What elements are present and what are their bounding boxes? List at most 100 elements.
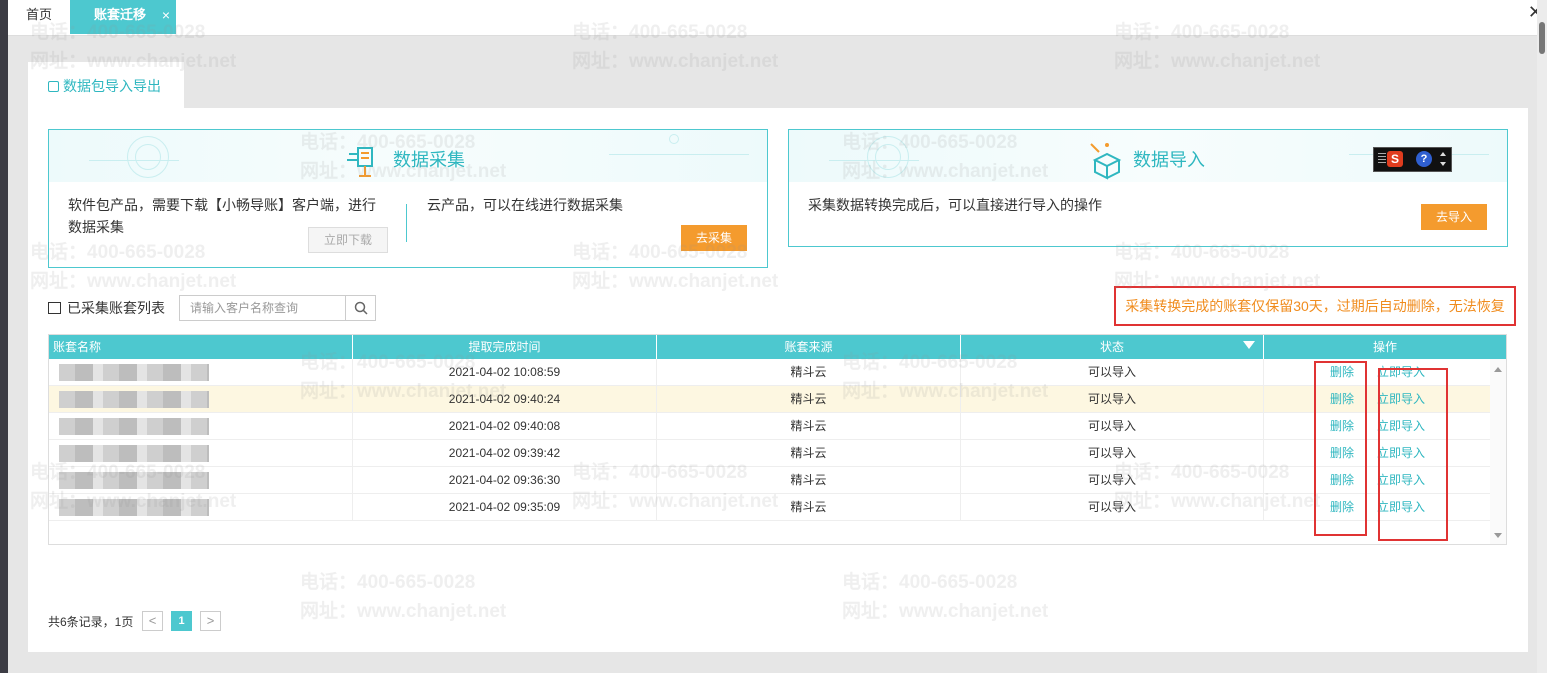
table-row: 2021-04-02 09:40:24 精斗云 可以导入 删除 立即导入 <box>49 386 1490 413</box>
time-cell: 2021-04-02 09:40:24 <box>353 386 657 413</box>
column-status-label: 状态 <box>1099 340 1124 354</box>
account-name-cell <box>49 359 353 386</box>
list-title-text: 已采集账套列表 <box>67 300 165 316</box>
tab-package-import-export[interactable]: 数据包导入导出 <box>28 62 184 110</box>
time-cell: 2021-04-02 09:39:42 <box>353 440 657 467</box>
actions-cell: 删除 立即导入 <box>1264 467 1490 494</box>
blurred-name <box>59 364 209 381</box>
time-cell: 2021-04-02 09:35:09 <box>353 494 657 521</box>
column-completion-time[interactable]: 提取完成时间 <box>353 335 657 359</box>
header-decoration <box>609 154 749 155</box>
left-window-edge <box>0 0 8 673</box>
tab-account-migration[interactable]: 账套迁移 × <box>70 0 176 34</box>
search-button[interactable] <box>345 295 376 321</box>
tab-home[interactable]: 首页 <box>22 0 56 34</box>
data-collect-card: 数据采集 软件包产品，需要下载【小畅导账】客户端，进行数据采集 立即下载 云产品… <box>48 129 768 268</box>
sogou-ime-toolbar[interactable]: S ? <box>1373 147 1452 172</box>
status-cell: 可以导入 <box>961 413 1264 440</box>
account-name-cell <box>49 494 353 521</box>
tab-close-icon[interactable]: × <box>162 0 170 30</box>
time-cell: 2021-04-02 09:40:08 <box>353 413 657 440</box>
scrollbar-thumb[interactable] <box>1539 22 1545 54</box>
status-cell: 可以导入 <box>961 494 1264 521</box>
table-row: 2021-04-02 10:08:59 精斗云 可以导入 删除 立即导入 <box>49 359 1490 386</box>
actions-cell: 删除 立即导入 <box>1264 440 1490 467</box>
watermark-site: 网址：www.chanjet.net <box>572 51 779 72</box>
scroll-down-icon[interactable] <box>1494 533 1502 538</box>
header-decoration <box>135 144 161 170</box>
source-cell: 精斗云 <box>657 494 961 521</box>
tab-label: 账套迁移 <box>94 7 147 22</box>
document-icon <box>48 81 59 92</box>
go-collect-button[interactable]: 去采集 <box>681 225 747 251</box>
actions-cell: 删除 立即导入 <box>1264 413 1490 440</box>
top-tab-bar: 首页 账套迁移 × ✕ <box>8 0 1547 36</box>
column-account-name[interactable]: 账套名称 <box>49 335 353 359</box>
header-decoration <box>669 134 679 144</box>
scroll-up-icon[interactable] <box>1494 367 1502 372</box>
time-cell: 2021-04-02 09:36:30 <box>353 467 657 494</box>
account-name-cell <box>49 386 353 413</box>
column-actions: 操作 <box>1372 340 1397 354</box>
table-row: 2021-04-02 09:40:08 精斗云 可以导入 删除 立即导入 <box>49 413 1490 440</box>
account-name-cell <box>49 413 353 440</box>
column-account-source[interactable]: 账套来源 <box>657 335 961 359</box>
time-cell: 2021-04-02 10:08:59 <box>353 359 657 386</box>
page-1-button[interactable]: 1 <box>171 611 192 631</box>
help-icon[interactable]: ? <box>1416 151 1432 167</box>
blurred-name <box>59 445 209 462</box>
download-button[interactable]: 立即下载 <box>308 227 388 253</box>
table-row: 2021-04-02 09:36:30 精斗云 可以导入 删除 立即导入 <box>49 467 1490 494</box>
annotation-box-import <box>1378 368 1448 541</box>
watermark-site: 网址：www.chanjet.net <box>1114 51 1321 72</box>
account-name-cell <box>49 440 353 467</box>
blurred-name <box>59 391 209 408</box>
go-import-button[interactable]: 去导入 <box>1421 204 1487 230</box>
blurred-name <box>59 472 209 489</box>
header-decoration <box>875 144 901 170</box>
import-card-title: 数据导入 <box>1133 150 1205 170</box>
collect-icon <box>347 147 373 177</box>
table-row: 2021-04-02 09:39:42 精斗云 可以导入 删除 立即导入 <box>49 440 1490 467</box>
page-scrollbar[interactable] <box>1537 0 1547 673</box>
status-cell: 可以导入 <box>961 467 1264 494</box>
source-cell: 精斗云 <box>657 413 961 440</box>
cloud-product-text: 云产品，可以在线进行数据采集 <box>427 197 623 213</box>
actions-cell: 删除 立即导入 <box>1264 359 1490 386</box>
retention-notice: 采集转换完成的账套仅保留30天，过期后自动删除，无法恢复 <box>1114 286 1516 326</box>
prev-page-button[interactable]: < <box>142 611 163 631</box>
annotation-box-delete <box>1314 361 1367 536</box>
next-page-button[interactable]: > <box>200 611 221 631</box>
status-cell: 可以导入 <box>961 386 1264 413</box>
source-cell: 精斗云 <box>657 386 961 413</box>
table-header: 账套名称 提取完成时间 账套来源 状态 操作 <box>49 335 1506 359</box>
toolbar-menu-icon[interactable] <box>1440 152 1446 156</box>
import-description: 采集数据转换完成后，可以直接进行导入的操作 <box>808 197 1102 213</box>
blurred-name <box>59 499 209 516</box>
source-cell: 精斗云 <box>657 440 961 467</box>
filter-icon[interactable] <box>1243 341 1255 349</box>
pagination-summary: 共6条记录，1页 <box>48 615 134 629</box>
column-status[interactable]: 状态 <box>961 335 1264 359</box>
import-icon <box>1090 143 1122 180</box>
table-scrollbar[interactable] <box>1490 359 1506 544</box>
collected-list-title: 已采集账套列表 <box>48 298 165 318</box>
status-cell: 可以导入 <box>961 359 1264 386</box>
account-name-cell <box>49 467 353 494</box>
account-table: 账套名称 提取完成时间 账套来源 状态 操作 2021-04-02 10:08:… <box>48 334 1507 545</box>
search-icon <box>354 301 368 315</box>
actions-cell: 删除 立即导入 <box>1264 386 1490 413</box>
customer-search-input[interactable] <box>179 295 346 321</box>
sub-tab-label: 数据包导入导出 <box>63 78 161 94</box>
actions-cell: 删除 立即导入 <box>1264 494 1490 521</box>
card-divider <box>406 204 407 242</box>
source-cell: 精斗云 <box>657 359 961 386</box>
source-cell: 精斗云 <box>657 467 961 494</box>
sogou-logo-icon: S <box>1387 151 1403 167</box>
collect-card-title: 数据采集 <box>393 150 465 170</box>
status-cell: 可以导入 <box>961 440 1264 467</box>
blurred-name <box>59 418 209 435</box>
toolbar-grip-icon <box>1378 153 1386 165</box>
toolbar-menu-icon[interactable] <box>1440 162 1446 166</box>
box-icon <box>48 302 61 314</box>
